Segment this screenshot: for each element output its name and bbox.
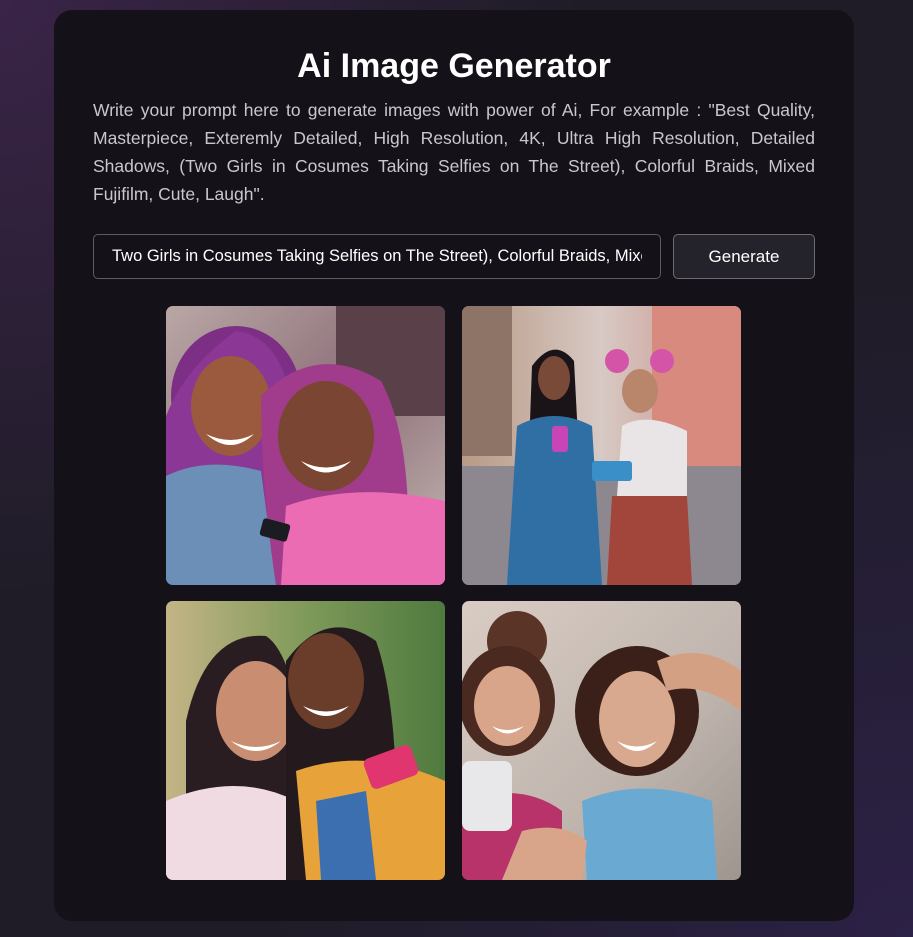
generated-image-1[interactable] (166, 306, 445, 585)
generated-image-2[interactable] (462, 306, 741, 585)
generated-image-1-picture (166, 306, 445, 585)
generated-image-3[interactable] (166, 601, 445, 880)
image-gallery (166, 306, 742, 880)
page-title: Ai Image Generator (297, 47, 611, 85)
generated-image-3-picture (166, 601, 445, 880)
generated-image-2-picture (462, 306, 741, 585)
generate-button[interactable]: Generate (673, 234, 815, 279)
prompt-description: Write your prompt here to generate image… (93, 100, 815, 204)
generator-card: Ai Image Generator Write your prompt her… (54, 10, 854, 921)
prompt-input[interactable] (93, 234, 661, 279)
generated-image-4[interactable] (462, 601, 741, 880)
generated-image-4-picture (462, 601, 741, 880)
